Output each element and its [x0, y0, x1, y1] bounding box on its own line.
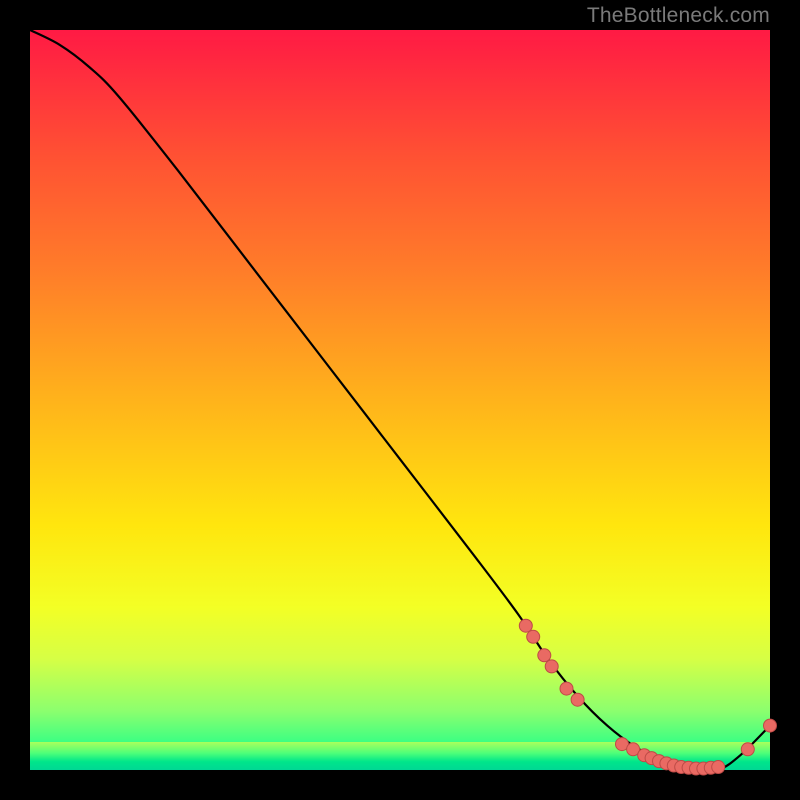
data-marker [560, 682, 573, 695]
chart-svg [30, 30, 770, 770]
data-marker [538, 649, 551, 662]
data-marker [571, 693, 584, 706]
bottleneck-curve [30, 30, 770, 771]
chart-frame: TheBottleneck.com [0, 0, 800, 800]
data-marker [519, 619, 532, 632]
data-marker [527, 630, 540, 643]
data-marker [545, 660, 558, 673]
marker-group [519, 619, 776, 775]
data-marker [764, 719, 777, 732]
plot-area [30, 30, 770, 770]
watermark-text: TheBottleneck.com [587, 4, 770, 28]
data-marker [712, 761, 725, 774]
data-marker [741, 743, 754, 756]
